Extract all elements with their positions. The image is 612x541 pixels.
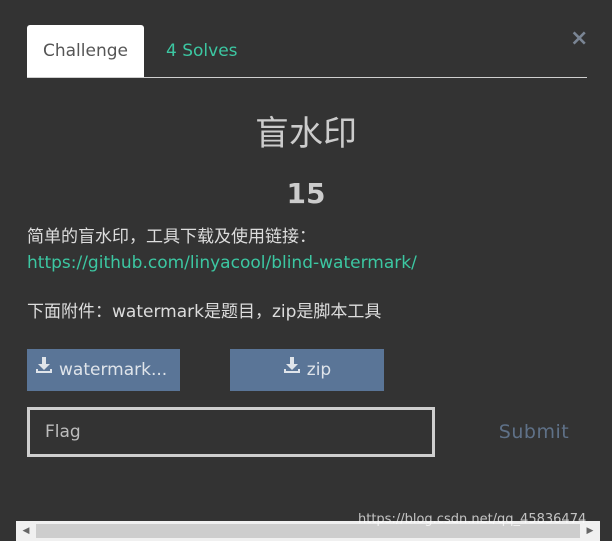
tab-challenge-label: Challenge xyxy=(43,41,128,61)
flag-input[interactable] xyxy=(27,407,435,457)
challenge-modal: Challenge 4 Solves × 盲水印 15 简单的盲水印，工具下载及… xyxy=(0,0,612,541)
tab-solves[interactable]: 4 Solves xyxy=(166,25,238,76)
download-zip-label: zip xyxy=(306,360,332,380)
tool-link[interactable]: https://github.com/linyacool/blind-water… xyxy=(27,252,417,274)
scroll-left-icon[interactable]: ◀ xyxy=(18,524,34,538)
description-line-2: 下面附件：watermark是题目，zip是脚本工具 xyxy=(27,302,382,322)
tab-solves-label: 4 Solves xyxy=(166,41,238,61)
download-watermark-button[interactable]: watermark... xyxy=(27,349,180,391)
close-icon[interactable]: × xyxy=(570,28,588,50)
challenge-points: 15 xyxy=(286,177,326,210)
download-watermark-label: watermark... xyxy=(59,360,168,380)
csdn-watermark: https://blog.csdn.net/qq_45836474 xyxy=(358,512,587,527)
submit-button[interactable]: Submit xyxy=(483,412,585,452)
challenge-title: 盲水印 xyxy=(255,114,357,154)
challenge-tabs: Challenge 4 Solves xyxy=(27,25,587,78)
download-icon xyxy=(35,349,53,390)
download-zip-button[interactable]: zip xyxy=(230,349,384,391)
description-line-1: 简单的盲水印，工具下载及使用链接： xyxy=(27,227,316,247)
tab-challenge[interactable]: Challenge xyxy=(27,25,144,77)
download-icon xyxy=(283,349,301,390)
